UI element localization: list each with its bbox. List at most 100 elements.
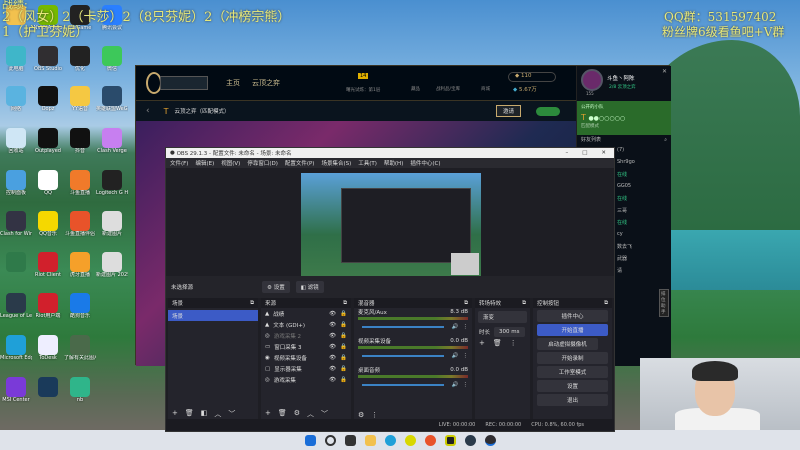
maximize-icon[interactable]: □	[582, 150, 587, 156]
menu-item[interactable]: 插件中心(C)	[410, 159, 440, 167]
desktop-icon[interactable]: 此电脑	[0, 46, 32, 72]
friend-item[interactable]: Shr9go	[617, 159, 671, 171]
menu-item[interactable]: 工具(T)	[358, 159, 377, 167]
obs-icon[interactable]	[484, 434, 496, 446]
desktop-icon[interactable]: 虎牙直播	[64, 252, 96, 278]
desktop-icon[interactable]: 英雄联盟WeGame版	[96, 86, 128, 112]
lock-icon[interactable]: 🔒	[340, 366, 347, 372]
desktop-icon[interactable]: Outplayed	[32, 128, 64, 154]
volume-slider[interactable]	[362, 383, 444, 386]
pass-button[interactable]: 14 曙光试炼：第1层	[346, 71, 380, 93]
douyu-icon[interactable]	[424, 434, 436, 446]
trash-icon[interactable]: 🗑	[185, 409, 194, 419]
desktop-icon[interactable]: 微信	[96, 46, 128, 72]
add-icon[interactable]: +	[172, 409, 178, 419]
desktop-icon[interactable]: Oopz	[32, 86, 64, 112]
duration-input[interactable]: 300 ms	[494, 326, 525, 337]
desktop-icon[interactable]: QQ	[32, 170, 64, 196]
desktop-icon[interactable]: 优化	[64, 46, 96, 72]
search-icon[interactable]	[324, 434, 336, 446]
store-button[interactable]: 商城	[481, 86, 490, 92]
volume-slider[interactable]	[362, 325, 444, 328]
more-icon[interactable]: ⋮	[510, 339, 517, 347]
menu-item[interactable]: 编辑(E)	[195, 159, 214, 167]
desktop-icon[interactable]: Microsoft Edge	[0, 335, 32, 361]
friend-item[interactable]: 武器	[617, 255, 671, 267]
speaker-icon[interactable]: 🔊	[452, 324, 459, 330]
desktop-icon[interactable]: YY语音	[64, 86, 96, 112]
app-icon[interactable]	[444, 434, 456, 446]
file-explorer-icon[interactable]	[364, 434, 376, 446]
profile[interactable]: 155 斗鱼丶阿陈 2/8 云顶之弈 ✕	[577, 66, 671, 101]
minimize-icon[interactable]: –	[565, 150, 568, 156]
source-item[interactable]: ◎ 游戏采集 👁 🔒	[261, 374, 351, 385]
desktop-icon[interactable]: 了解有关此图片的信息	[64, 335, 96, 361]
desktop-icon[interactable]: 控制面板	[0, 170, 32, 196]
undock-icon[interactable]: ⧉	[464, 300, 468, 307]
menu-item[interactable]: 帮助(H)	[384, 159, 403, 167]
speaker-icon[interactable]: 🔊	[452, 382, 459, 388]
desktop-icon[interactable]: Clash for Windows	[0, 211, 32, 237]
transition-select[interactable]: 渐变	[478, 311, 527, 323]
gear-icon[interactable]: ⚙	[294, 409, 300, 419]
edge-icon[interactable]	[384, 434, 396, 446]
mixer-settings-icon[interactable]: ⚙	[358, 411, 364, 419]
lock-icon[interactable]: 🔒	[340, 377, 347, 383]
invite-button[interactable]: 邀请	[496, 105, 522, 117]
eye-icon[interactable]: 👁	[329, 355, 336, 361]
eye-icon[interactable]: 👁	[329, 344, 336, 350]
friend-item[interactable]: 请	[617, 267, 671, 279]
eye-icon[interactable]: 👁	[329, 366, 336, 372]
undock-icon[interactable]: ⧉	[343, 300, 347, 307]
more-icon[interactable]: ⋮	[463, 353, 469, 359]
desktop-icon[interactable]: 抖音	[64, 128, 96, 154]
eye-icon[interactable]: 👁	[329, 311, 336, 317]
volume-slider[interactable]	[362, 354, 444, 357]
more-icon[interactable]: ⋮	[463, 382, 469, 388]
desktop-icon[interactable]: OBS Studio	[32, 46, 64, 72]
control-button[interactable]: 插件中心	[537, 310, 608, 322]
lock-icon[interactable]: 🔒	[340, 311, 347, 317]
lock-icon[interactable]: 🔒	[340, 344, 347, 350]
nav-home[interactable]: 主页	[226, 78, 240, 88]
source-item[interactable]: ▲ 文本 (GDI+) 👁 🔒	[261, 319, 351, 330]
menu-item[interactable]: 配置文件(P)	[285, 159, 315, 167]
desktop-icon[interactable]: 斗鱼直播伴侣	[64, 211, 96, 237]
friend-item[interactable]: GG05	[617, 183, 671, 195]
up-icon[interactable]: ︿	[214, 409, 221, 419]
friend-item[interactable]: 在线	[617, 195, 671, 207]
lol-icon[interactable]	[464, 434, 476, 446]
desktop-icon[interactable]: 斗鱼直播	[64, 170, 96, 196]
source-item[interactable]: ◉ 视频采集设备 👁 🔒	[261, 352, 351, 363]
menu-item[interactable]: 停靠窗口(D)	[247, 159, 278, 167]
menu-item[interactable]: 文件(F)	[170, 159, 188, 167]
add-icon[interactable]: +	[479, 339, 485, 347]
source-item[interactable]: ◎ 游戏采集 2 👁 🔒	[261, 330, 351, 341]
more-icon[interactable]: ⋮	[371, 411, 378, 419]
collection-button[interactable]: 战利品/宝库	[436, 86, 460, 92]
desktop-icon[interactable]: ToDesk	[32, 335, 64, 361]
start-icon[interactable]	[304, 434, 316, 446]
lock-icon[interactable]: 🔒	[340, 333, 347, 339]
desktop-icon[interactable]: Clash Verge	[96, 128, 128, 154]
control-button[interactable]: 启动虚拟摄像机	[537, 338, 598, 350]
desktop-icon[interactable]: 新建图片 2025090	[96, 252, 128, 278]
desktop-icon[interactable]	[96, 335, 128, 355]
speaker-icon[interactable]: 🔊	[452, 353, 459, 359]
qq-music-icon[interactable]	[404, 434, 416, 446]
scene-item[interactable]: 场景	[168, 310, 258, 321]
lock-icon[interactable]: 🔒	[340, 355, 347, 361]
undock-icon[interactable]: ⧉	[522, 300, 526, 307]
loot-button[interactable]: 藏品	[411, 86, 420, 92]
preview-canvas[interactable]	[301, 173, 481, 276]
eye-icon[interactable]: 👁	[329, 377, 336, 383]
trash-icon[interactable]: 🗑	[278, 409, 287, 419]
add-icon[interactable]: +	[265, 409, 271, 419]
trash-icon[interactable]: 🗑	[493, 339, 502, 347]
desktop-icon[interactable]	[32, 377, 64, 397]
undock-icon[interactable]: ⧉	[604, 300, 608, 307]
play-button[interactable]	[160, 76, 208, 90]
friend-item[interactable]: 数去飞	[617, 243, 671, 255]
party-toggle[interactable]	[536, 106, 560, 116]
desktop-icon[interactable]: 网络	[0, 86, 32, 112]
